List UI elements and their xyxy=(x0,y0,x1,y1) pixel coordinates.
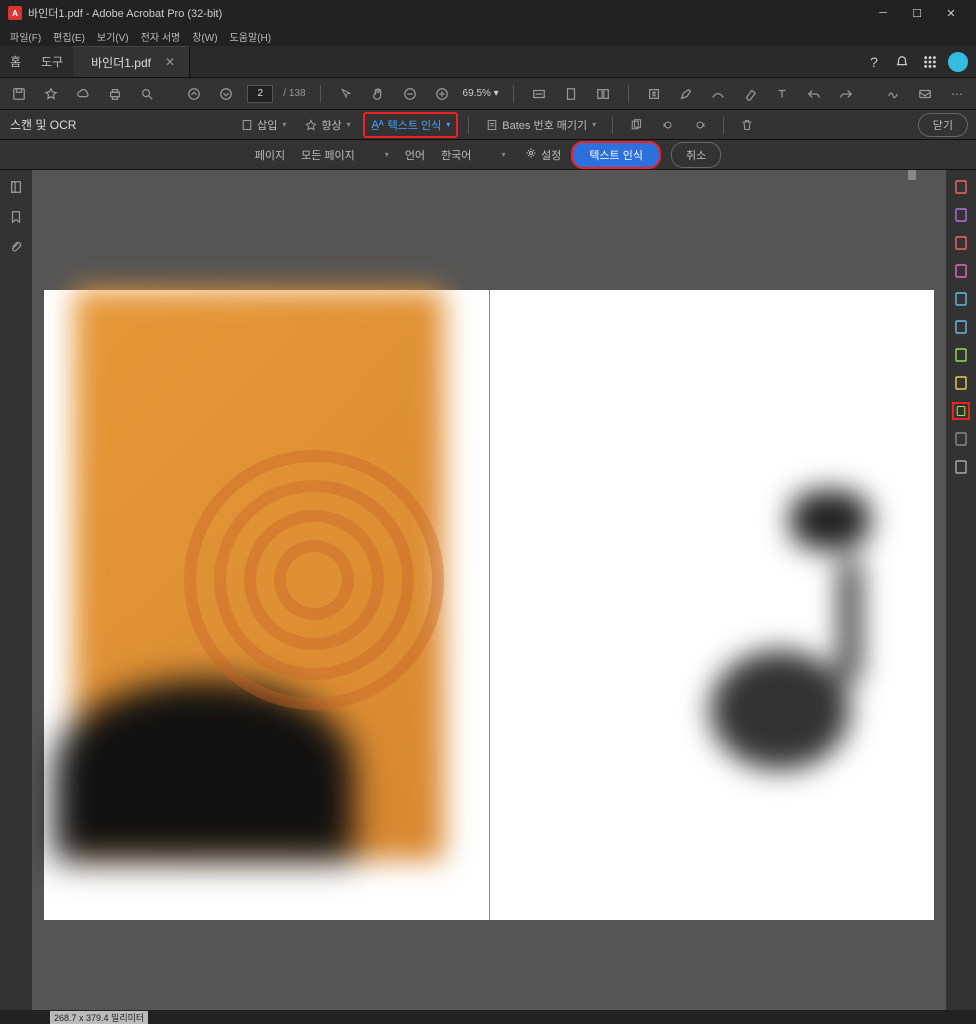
status-bar: 268.7 x 379.4 밀리미터 xyxy=(0,1010,976,1024)
star-icon[interactable] xyxy=(40,83,62,105)
maximize-button[interactable]: ☐ xyxy=(900,0,934,26)
bates-icon xyxy=(485,118,499,132)
menu-window[interactable]: 창(W) xyxy=(186,26,223,46)
search-icon[interactable] xyxy=(136,83,158,105)
main-toolbar: / 138 69.5% ▾ ⋯ xyxy=(0,78,976,110)
tab-tools[interactable]: 도구 xyxy=(31,53,73,70)
page-label: 페이지 xyxy=(255,147,285,163)
draw-icon[interactable] xyxy=(707,83,729,105)
insert-button[interactable]: 삽입▾ xyxy=(234,114,292,136)
page-up-icon[interactable] xyxy=(183,83,205,105)
bates-button[interactable]: Bates 번호 매기기▾ xyxy=(479,114,602,136)
close-window-button[interactable]: ✕ xyxy=(934,0,968,26)
thumbnails-icon[interactable] xyxy=(7,178,25,196)
tab-document-label: 바인더1.pdf xyxy=(91,54,151,71)
user-avatar[interactable] xyxy=(948,52,968,72)
text-icon[interactable] xyxy=(771,83,793,105)
enhance-icon xyxy=(304,118,318,132)
right-tool-scan-ocr[interactable] xyxy=(952,402,970,420)
copy-page-icon[interactable] xyxy=(623,115,649,135)
right-tool-organize[interactable] xyxy=(952,234,970,252)
highlight-icon[interactable] xyxy=(675,83,697,105)
page-dimensions: 268.7 x 379.4 밀리미터 xyxy=(50,1011,148,1024)
vertical-scrollbar[interactable] xyxy=(908,170,916,180)
right-tool-export[interactable] xyxy=(952,318,970,336)
page-spread xyxy=(44,290,934,920)
language-label: 언어 xyxy=(405,147,425,163)
right-tool-compress[interactable] xyxy=(952,346,970,364)
text-recognize-icon: A̲ᴬ xyxy=(371,118,385,132)
left-nav-panel xyxy=(0,170,32,1010)
right-tool-combine[interactable] xyxy=(952,206,970,224)
scan-ocr-toolbar: 스캔 및 OCR 삽입▾ 향상▾ A̲ᴬ 텍스트 인식▾ Bates 번호 매기… xyxy=(0,110,976,140)
bookmarks-icon[interactable] xyxy=(7,208,25,226)
page-range-dropdown[interactable]: 모든 페이지▾ xyxy=(295,145,395,165)
tab-home[interactable]: 홈 xyxy=(0,53,31,70)
recognize-text-button[interactable]: 텍스트 인식 xyxy=(571,141,661,169)
fit-page-icon[interactable] xyxy=(560,83,582,105)
redo-icon[interactable] xyxy=(835,83,857,105)
tabs-row: 홈 도구 바인더1.pdf ✕ ? xyxy=(0,46,976,78)
read-aloud-icon[interactable] xyxy=(643,83,665,105)
right-tool-fill-sign[interactable] xyxy=(952,290,970,308)
more-icon[interactable]: ⋯ xyxy=(946,83,968,105)
menu-sign[interactable]: 전자 서명 xyxy=(135,26,187,46)
acrobat-icon: A xyxy=(8,6,22,20)
attachments-icon[interactable] xyxy=(7,238,25,256)
close-tool-button[interactable]: 닫기 xyxy=(918,113,968,137)
page-display-icon[interactable] xyxy=(592,83,614,105)
gear-icon xyxy=(525,147,537,162)
tab-document[interactable]: 바인더1.pdf ✕ xyxy=(73,46,190,77)
sign-icon[interactable] xyxy=(882,83,904,105)
text-recognize-dropdown[interactable]: A̲ᴬ 텍스트 인식▾ xyxy=(363,112,459,138)
language-dropdown[interactable]: 한국어▾ xyxy=(435,145,515,165)
ocr-options-toolbar: 페이지 모든 페이지▾ 언어 한국어▾ 설정 텍스트 인식 취소 xyxy=(0,140,976,170)
right-tool-comment[interactable] xyxy=(952,374,970,392)
fit-width-icon[interactable] xyxy=(528,83,550,105)
menu-file[interactable]: 파일(F) xyxy=(4,26,47,46)
zoom-out-icon[interactable] xyxy=(399,83,421,105)
erase-icon[interactable] xyxy=(739,83,761,105)
menu-edit[interactable]: 편집(E) xyxy=(47,26,91,46)
right-tool-protect[interactable] xyxy=(952,430,970,448)
enhance-button[interactable]: 향상▾ xyxy=(298,114,356,136)
title-bar: A 바인더1.pdf - Adobe Acrobat Pro (32-bit) … xyxy=(0,0,976,26)
cloud-icon[interactable] xyxy=(72,83,94,105)
zoom-value[interactable]: 69.5% ▾ xyxy=(463,88,499,99)
page-number-input[interactable] xyxy=(247,85,273,103)
print-icon[interactable] xyxy=(104,83,126,105)
right-tools-panel xyxy=(946,170,976,1010)
rotate-left-icon[interactable] xyxy=(655,115,681,135)
window-title: 바인더1.pdf - Adobe Acrobat Pro (32-bit) xyxy=(28,5,222,21)
page-left xyxy=(44,290,490,920)
page-right xyxy=(490,290,935,920)
right-tool-create[interactable] xyxy=(952,178,970,196)
right-tool-redact[interactable] xyxy=(952,458,970,476)
workspace xyxy=(0,170,976,1010)
cancel-button[interactable]: 취소 xyxy=(671,142,721,168)
menu-help[interactable]: 도움말(H) xyxy=(224,26,277,46)
save-icon[interactable] xyxy=(8,83,30,105)
zoom-in-icon[interactable] xyxy=(431,83,453,105)
undo-icon[interactable] xyxy=(803,83,825,105)
rotate-right-icon[interactable] xyxy=(687,115,713,135)
menu-bar: 파일(F) 편집(E) 보기(V) 전자 서명 창(W) 도움말(H) xyxy=(0,26,976,46)
page-down-icon[interactable] xyxy=(215,83,237,105)
apps-icon[interactable] xyxy=(920,52,940,72)
help-icon[interactable]: ? xyxy=(864,52,884,72)
share-icon[interactable] xyxy=(914,83,936,105)
tool-title: 스캔 및 OCR xyxy=(8,116,76,133)
menu-view[interactable]: 보기(V) xyxy=(91,26,135,46)
document-canvas[interactable] xyxy=(32,170,946,1010)
tab-close-icon[interactable]: ✕ xyxy=(165,55,175,69)
insert-page-icon xyxy=(240,118,254,132)
minimize-button[interactable]: ─ xyxy=(866,0,900,26)
notifications-icon[interactable] xyxy=(892,52,912,72)
page-total: / 138 xyxy=(283,88,305,99)
delete-icon[interactable] xyxy=(734,115,760,135)
right-tool-edit[interactable] xyxy=(952,262,970,280)
pointer-icon[interactable] xyxy=(335,83,357,105)
settings-button[interactable]: 설정 xyxy=(525,147,561,163)
hand-icon[interactable] xyxy=(367,83,389,105)
